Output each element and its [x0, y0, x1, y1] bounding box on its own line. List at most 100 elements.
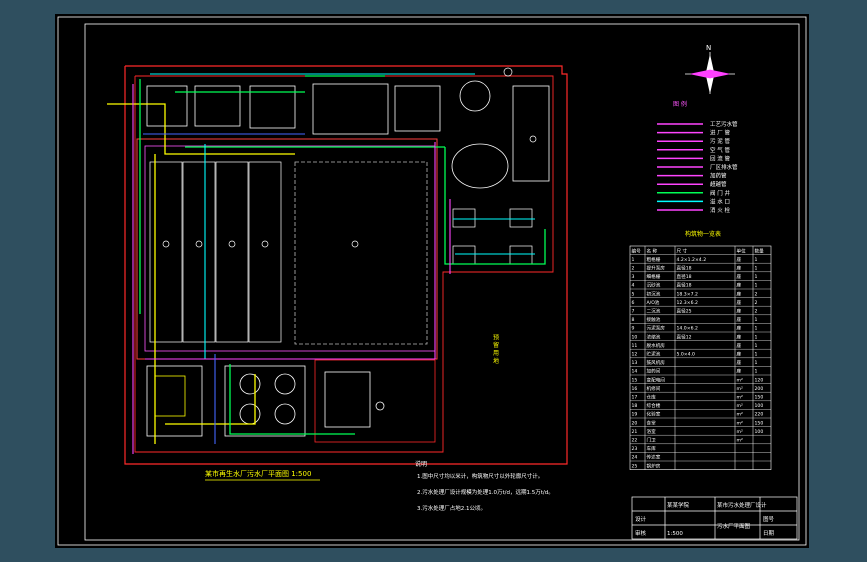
table-cell: 座 [737, 333, 742, 340]
legend-label: 污 泥 管 [710, 137, 730, 145]
note-3: 3.污水处理厂占地2.1公顷。 [417, 504, 486, 512]
table-cell: 150 [755, 395, 764, 401]
tb-project: 某市污水处理厂设计 [717, 501, 767, 509]
table-cell: 2 [632, 266, 635, 272]
table-cell: 污泥泵房 [647, 325, 666, 332]
table-cell: 车库 [647, 445, 657, 452]
legend-label: 溢 水 口 [710, 197, 730, 205]
table-cell: 2 [755, 300, 758, 306]
drawing-sheet: N 图 例 工艺污水管进 厂 管污 泥 管空 气 管回 流 管厂区排水管 加药管超… [55, 14, 809, 548]
table-cell: m² [737, 404, 743, 409]
table-cell: 鼓风机房 [647, 359, 666, 366]
table-cell: 9 [632, 326, 635, 332]
table-cell: 座 [737, 273, 742, 280]
table-cell: 22 [632, 438, 638, 444]
table-cell: 16 [632, 386, 638, 392]
table-cell: 6 [632, 300, 635, 306]
table-cell: 座 [737, 351, 742, 358]
table-cell: 7 [632, 309, 635, 315]
table-cell: 直径18 [677, 282, 692, 289]
table-cell: m² [737, 430, 743, 435]
legend-label: 厂区排水管 [710, 163, 738, 171]
table-cell: 座 [737, 299, 742, 306]
legend-labels: 工艺污水管进 厂 管污 泥 管空 气 管回 流 管厂区排水管加药管超越管阀 门 … [710, 120, 738, 214]
big-tank [294, 161, 428, 345]
table-cell: 8 [632, 317, 635, 323]
table-cell: 粗格栅 [647, 256, 661, 263]
table-cell: 200 [755, 386, 764, 392]
basin-inner [144, 145, 436, 352]
north-label: N [706, 44, 711, 52]
table-cell: 220 [755, 412, 764, 418]
table-cell: 1 [755, 257, 758, 263]
table-cell: m² [737, 421, 743, 426]
tb-design: 设计 [635, 515, 647, 523]
legend-title: 图 例 [673, 100, 687, 108]
table-header-cell: 名 称 [647, 247, 658, 254]
table-cell: 1 [755, 266, 758, 272]
table-cell: 细格栅 [647, 273, 661, 280]
table-cell: 100 [755, 429, 764, 435]
inner-frame [84, 23, 800, 541]
table-cell: 脱水机房 [647, 342, 666, 349]
table-cell: 座 [737, 368, 742, 375]
outer-frame [57, 16, 807, 546]
table-cell: 2 [755, 309, 758, 315]
table-cell: 12.3×6.2 [677, 300, 698, 306]
bottom-buildings [146, 365, 385, 437]
table-header-cell: 单位 [737, 247, 747, 254]
tank-markers [162, 240, 359, 248]
site-boundary [124, 65, 568, 465]
table-cell: 150 [755, 420, 764, 426]
table-cell: 综合楼 [647, 402, 661, 409]
table-cell: 贮泥池 [647, 351, 661, 358]
table-cell: 初沉池 [647, 290, 661, 297]
legend-label: 空 气 管 [710, 146, 730, 154]
table-cell: A/O池 [647, 299, 660, 306]
pipelines-green [139, 75, 546, 435]
table-cell: 20 [632, 420, 638, 426]
table-cell: 食堂 [647, 419, 657, 426]
north-arrow-icon [685, 52, 735, 94]
table-cell: m² [737, 387, 743, 392]
structures-table: 编号名 称尺 寸单位 数量1 粗格栅 4.2×1.2×4.2 座 12 提升泵房 直径18 座 1… [629, 245, 772, 470]
tb-check: 审核 [635, 529, 647, 537]
table-cell: 19 [632, 412, 638, 418]
table-cell: 直径25 [677, 308, 692, 315]
table-cell: 传达室 [647, 454, 661, 461]
pipelines-cyan [150, 73, 535, 359]
table-cell: 5 [632, 291, 635, 297]
table-cell: 直径12 [677, 333, 692, 340]
table-cell: 1 [755, 360, 758, 366]
table-cell: 23 [632, 446, 638, 452]
table-cell: 1 [755, 283, 758, 289]
site-plan-drawing: N 图 例 工艺污水管进 厂 管污 泥 管空 气 管回 流 管厂区排水管加药管超… [57, 16, 807, 546]
reserve-label: 预 留 用 地 [492, 333, 499, 364]
table-cell: 锅炉房 [647, 462, 661, 469]
table-cell: 15 [632, 377, 638, 383]
note-1: 1.图中尺寸均以米计，构筑物尺寸以外轮廓尺寸计。 [417, 472, 543, 480]
table-cell: 座 [737, 342, 742, 349]
legend-label: 阀 门 井 [710, 189, 730, 197]
table-cell: 1 [755, 326, 758, 332]
table-cell: 4.2×1.2×4.2 [677, 257, 707, 263]
table-cell: 4 [632, 283, 635, 289]
table-cell: 3 [632, 274, 635, 280]
notes-title: 说明 [415, 460, 427, 468]
table-cell: 提升泵房 [647, 265, 666, 272]
legend-label: 加药管 [710, 172, 727, 180]
table-cell: 13 [632, 360, 638, 366]
table-cell: 1 [755, 334, 758, 340]
table-cell: 120 [755, 377, 764, 383]
note-2: 2.污水处理厂设计规模为处理1.0万t/d，远期1.5万t/d。 [417, 488, 554, 496]
table-cell: 11 [632, 343, 638, 349]
table-cell: 1 [755, 369, 758, 375]
tb-school: 某某学院 [667, 501, 690, 509]
table-cell: 21 [632, 429, 638, 435]
table-cell: 机修间 [647, 385, 661, 392]
table-title: 构筑物一览表 [685, 230, 721, 238]
legend-label: 回 流 管 [710, 154, 730, 162]
table-cell: 变配电间 [647, 376, 666, 383]
table-cell: 座 [737, 282, 742, 289]
right-buildings [452, 208, 533, 265]
